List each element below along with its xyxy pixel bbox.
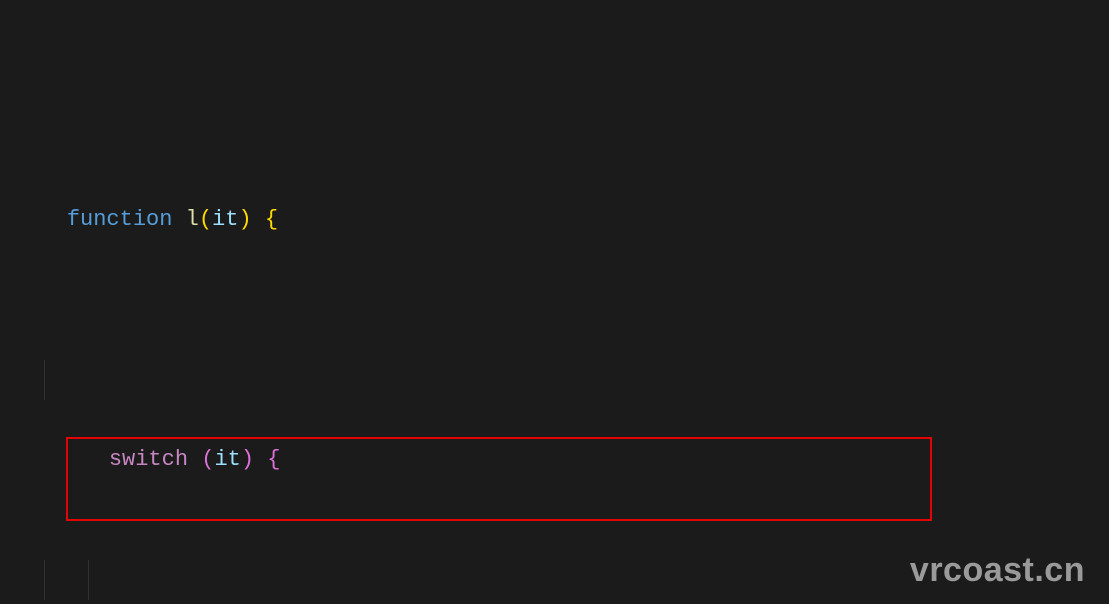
paren-open: ( xyxy=(199,207,212,232)
code-line: switch (it) { xyxy=(0,360,1109,400)
keyword-function: function xyxy=(67,207,173,232)
code-line: function l(it) { xyxy=(0,160,1109,200)
brace-open: { xyxy=(265,207,278,232)
paren-open: ( xyxy=(201,447,214,472)
paren-close: ) xyxy=(241,447,254,472)
watermark-text: vrcoast.cn xyxy=(910,550,1085,590)
keyword-switch: switch xyxy=(109,447,188,472)
function-name: l xyxy=(186,207,199,232)
code-editor[interactable]: function l(it) { switch (it) { case "mon… xyxy=(0,0,1109,604)
brace-open: { xyxy=(267,447,280,472)
param-it: it xyxy=(212,207,238,232)
param-it: it xyxy=(214,447,240,472)
paren-close: ) xyxy=(238,207,251,232)
